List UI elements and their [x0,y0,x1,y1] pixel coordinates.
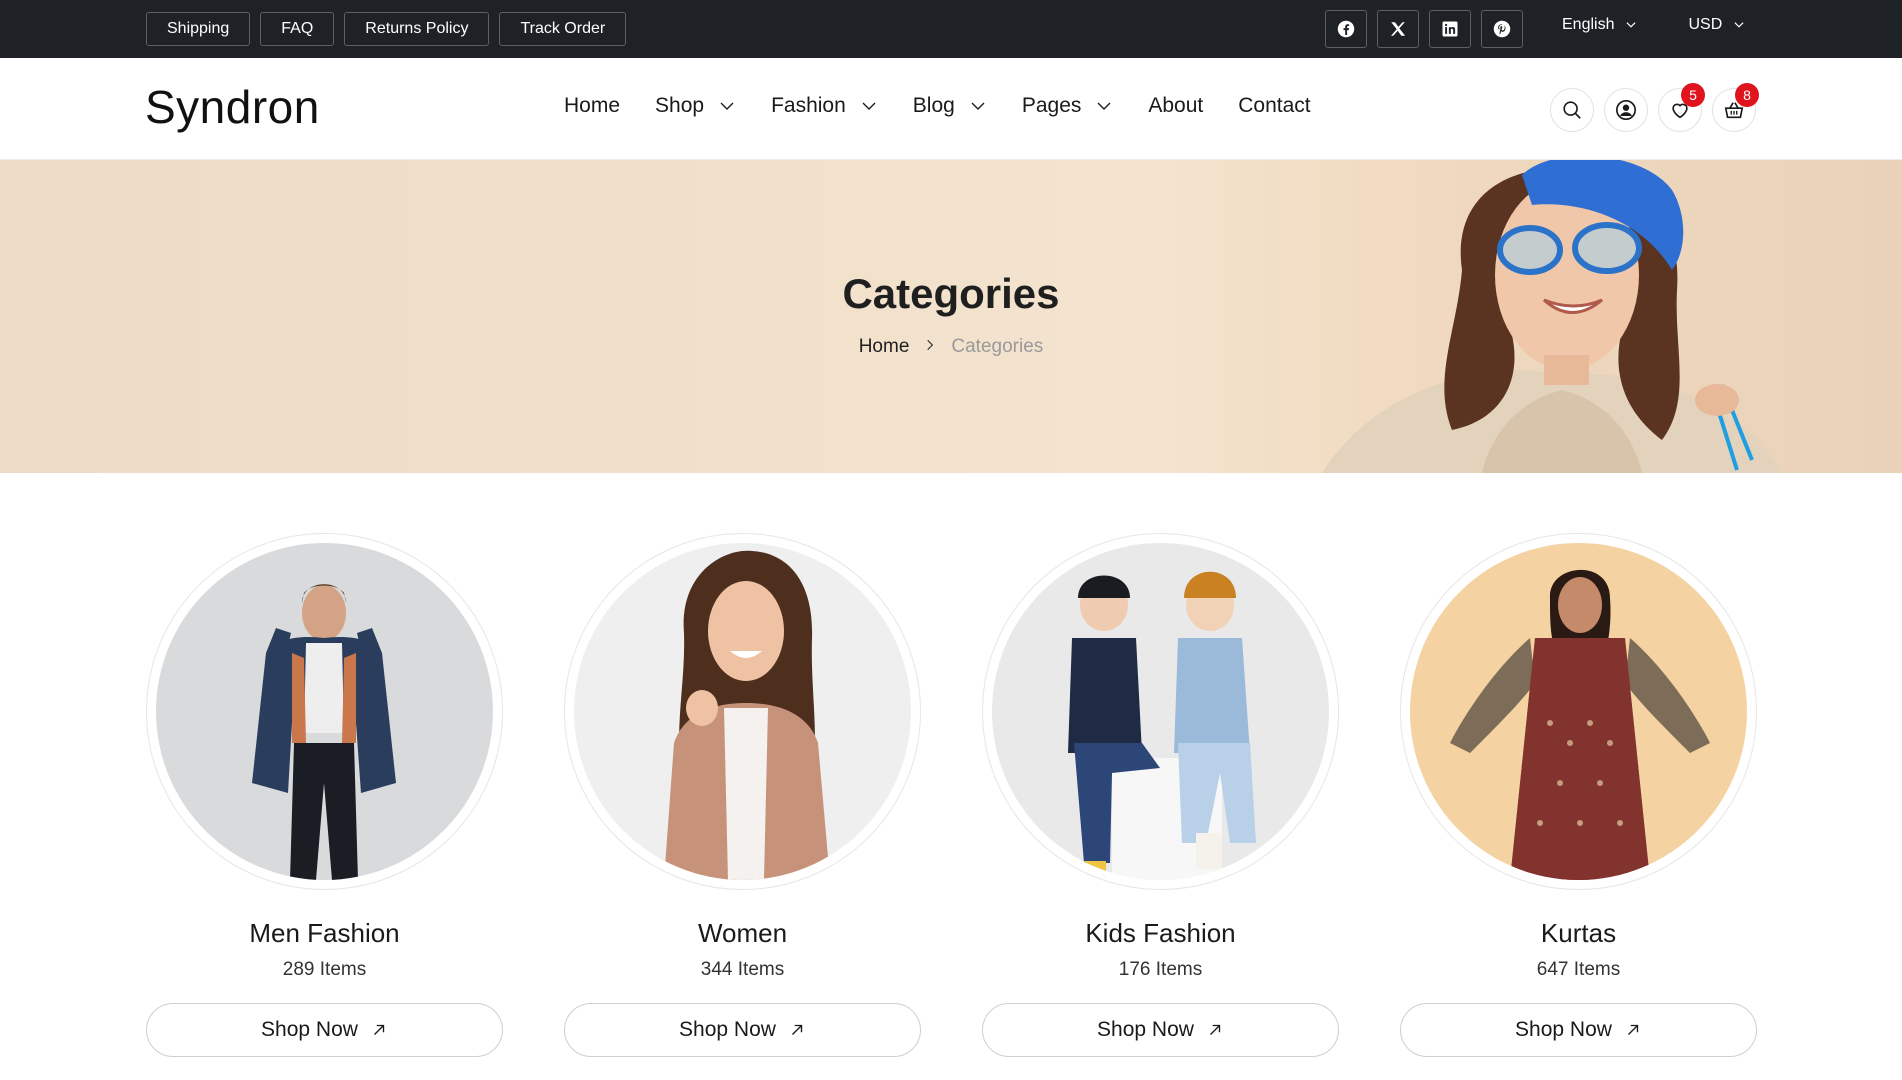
category-count: 344 Items [700,959,785,980]
search-icon [1563,101,1581,119]
nav-pages[interactable]: Pages [1022,94,1114,118]
shipping-link[interactable]: Shipping [146,12,251,46]
user-icon [1616,100,1636,120]
shop-now-button[interactable]: Shop Now [146,1003,503,1057]
chevron-down-icon [1734,22,1744,28]
category-card: Women 344 Items Shop Now [564,533,921,1057]
track-order-link[interactable]: Track Order [499,12,627,46]
nav-shop[interactable]: Shop [655,94,736,118]
breadcrumb-home-link[interactable]: Home [859,336,910,358]
cart-count-badge: 8 [1735,83,1759,107]
nav-about[interactable]: About [1148,94,1203,118]
category-grid: Men Fashion 289 Items Shop Now Women 344… [146,533,1757,1057]
category-image-link[interactable] [1400,533,1757,890]
currency-select[interactable]: USD [1688,16,1746,34]
category-name: Women [697,918,788,948]
language-value: English [1562,16,1615,33]
page-title: Categories [842,270,1060,317]
nav-label: Fashion [771,94,846,117]
arrow-up-right-icon [1209,1024,1221,1035]
category-name: Kurtas [1540,918,1617,948]
faq-link[interactable]: FAQ [260,12,335,46]
nav-label: Home [564,94,621,117]
site-logo[interactable]: Syndron [145,80,320,134]
breadcrumb-current: Categories [951,336,1044,357]
shop-now-label: Shop Now [679,1018,776,1041]
category-card: Kids Fashion 176 Items Shop Now [982,533,1339,1057]
category-image-women [574,543,911,880]
category-image-link[interactable] [564,533,921,890]
shop-now-button[interactable]: Shop Now [564,1003,921,1057]
page-banner: Categories Home Categories [0,160,1902,473]
facebook-icon[interactable] [1325,10,1367,48]
category-count: 176 Items [1118,959,1203,980]
pinterest-icon[interactable] [1481,10,1523,48]
topbar-links: Shipping FAQ Returns Policy Track Order [146,12,627,46]
main-nav: Home Shop Fashion Blog Pages About Conta… [564,94,1311,118]
nav-label: Blog [912,94,955,117]
main-header: Syndron Home Shop Fashion Blog Pages Abo… [0,58,1902,160]
social-links [1325,10,1523,48]
arrow-up-right-icon [373,1024,385,1035]
category-name: Kids Fashion [1085,918,1236,948]
chevron-down-icon [720,102,734,110]
breadcrumb: Home Categories [0,336,1902,358]
category-image-kurtas [1410,543,1747,880]
chevron-down-icon [1097,102,1111,110]
shop-now-label: Shop Now [1515,1018,1612,1041]
nav-label: Pages [1021,94,1082,117]
linkedin-icon[interactable] [1429,10,1471,48]
account-button[interactable] [1604,88,1648,132]
locale-selects: English USD [1562,16,1746,34]
category-count: 289 Items [282,959,367,980]
nav-label: About [1148,94,1204,117]
search-button[interactable] [1550,88,1594,132]
shop-now-label: Shop Now [1097,1018,1194,1041]
nav-fashion[interactable]: Fashion [771,94,878,118]
nav-label: Shop [655,94,705,117]
chevron-down-icon [971,102,985,110]
currency-value: USD [1688,16,1723,33]
shop-now-label: Shop Now [261,1018,358,1041]
category-name: Men Fashion [249,918,400,948]
wishlist-button[interactable]: 5 [1658,83,1705,132]
chevron-right-icon [923,336,937,358]
category-card: Men Fashion 289 Items Shop Now [146,533,503,1057]
category-image-men [156,543,493,880]
category-image-link[interactable] [146,533,503,890]
x-icon[interactable] [1377,10,1419,48]
language-select[interactable]: English [1562,16,1638,34]
wishlist-count-badge: 5 [1681,83,1705,107]
nav-contact[interactable]: Contact [1238,94,1310,118]
cart-button[interactable]: 8 [1712,83,1759,132]
category-card: Kurtas 647 Items Shop Now [1400,533,1757,1057]
top-bar: Shipping FAQ Returns Policy Track Order … [0,0,1902,58]
chevron-down-icon [862,102,876,110]
category-count: 647 Items [1536,959,1621,980]
nav-label: Contact [1238,94,1311,117]
chevron-down-icon [1626,22,1636,28]
shop-now-button[interactable]: Shop Now [1400,1003,1757,1057]
shop-now-button[interactable]: Shop Now [982,1003,1339,1057]
arrow-up-right-icon [1627,1024,1639,1035]
arrow-up-right-icon [791,1024,803,1035]
returns-policy-link[interactable]: Returns Policy [344,12,490,46]
header-actions: 5 8 [1550,83,1759,132]
category-image-link[interactable] [982,533,1339,890]
nav-home[interactable]: Home [564,94,620,118]
category-image-kids [992,543,1329,880]
nav-blog[interactable]: Blog [913,94,987,118]
